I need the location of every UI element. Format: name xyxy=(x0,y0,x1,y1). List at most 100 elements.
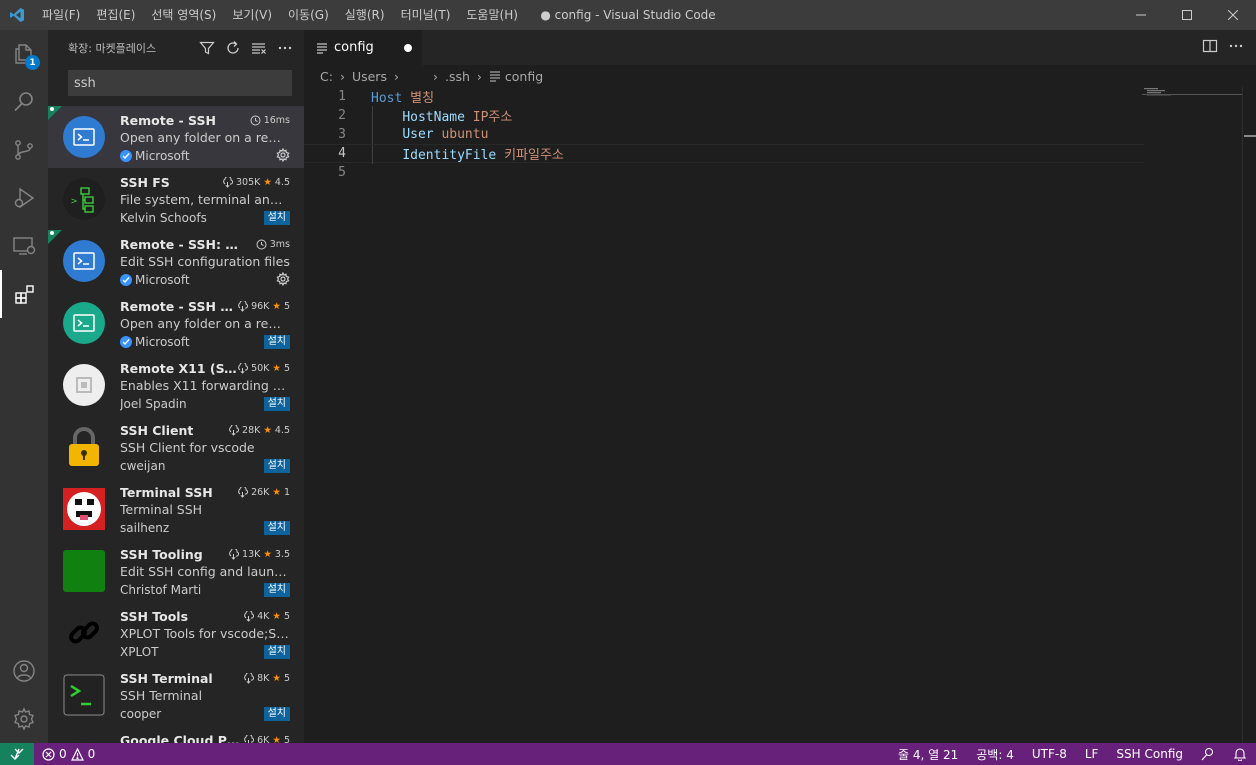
breadcrumb: C: › Users › › .ssh › config xyxy=(304,65,1256,87)
extension-publisher[interactable]: Microsoft xyxy=(120,149,190,163)
editor-more-actions-icon[interactable] xyxy=(1228,38,1244,57)
star-icon: ★ xyxy=(263,176,272,188)
menu-item[interactable]: 편집(E) xyxy=(88,0,143,30)
svg-text:>: > xyxy=(71,196,77,207)
tab-config[interactable]: config xyxy=(304,30,422,65)
menu-item[interactable]: 선택 영역(S) xyxy=(143,0,224,30)
clear-list-icon[interactable] xyxy=(248,37,270,59)
cursor-position[interactable]: 줄 4, 열 21 xyxy=(889,746,967,763)
problems-status[interactable]: 0 0 xyxy=(34,747,95,761)
encoding[interactable]: UTF-8 xyxy=(1023,747,1076,761)
split-editor-icon[interactable] xyxy=(1202,38,1218,57)
more-actions-icon[interactable] xyxy=(274,37,296,59)
extension-item[interactable]: Remote - SSH 16ms Open any folder on a rem… xyxy=(48,106,304,168)
install-button[interactable]: 설치 xyxy=(263,335,290,349)
settings-gear-icon[interactable] xyxy=(0,695,48,743)
language-mode[interactable]: SSH Config xyxy=(1107,747,1192,761)
remote-indicator-icon[interactable] xyxy=(0,743,34,765)
search-icon[interactable] xyxy=(0,78,48,126)
indentation[interactable]: 공백: 4 xyxy=(967,746,1023,763)
menu-item[interactable]: 파일(F) xyxy=(34,0,88,30)
extensions-icon[interactable] xyxy=(0,270,48,318)
extension-rating: 1 xyxy=(283,486,290,498)
remote-explorer-icon[interactable] xyxy=(0,222,48,270)
star-icon: ★ xyxy=(272,672,281,684)
code-line[interactable]: 5 xyxy=(304,163,1144,182)
close-button[interactable] xyxy=(1210,0,1256,30)
extension-stat: 6K xyxy=(257,734,270,744)
breadcrumb-item[interactable]: Users xyxy=(352,69,387,84)
code-line[interactable]: 3 User ubuntu xyxy=(304,125,1144,144)
menu-item[interactable]: 터미널(T) xyxy=(393,0,459,30)
unsaved-dot-icon[interactable] xyxy=(404,44,412,52)
maximize-button[interactable] xyxy=(1164,0,1210,30)
extension-publisher[interactable]: cooper xyxy=(120,707,161,721)
install-button[interactable]: 설치 xyxy=(263,707,290,721)
code-line[interactable]: 2 HostName IP주소 xyxy=(304,106,1144,125)
install-button[interactable]: 설치 xyxy=(263,211,290,225)
extension-item[interactable]: Google Cloud Platform6K★5 xyxy=(48,726,304,743)
manage-gear-icon[interactable] xyxy=(276,147,290,165)
menu-item[interactable]: 도움말(H) xyxy=(458,0,526,30)
install-button[interactable]: 설치 xyxy=(263,397,290,411)
menu-item[interactable]: 보기(V) xyxy=(224,0,280,30)
account-icon[interactable] xyxy=(0,647,48,695)
extension-item[interactable]: SSH Terminal 8K ★ 5 SSH Terminal cooper 설치 xyxy=(48,664,304,726)
code-line[interactable]: 1 Host 별칭 xyxy=(304,87,1144,106)
code-line[interactable]: 4 IdentityFile 키파일주소 xyxy=(304,144,1144,164)
extension-item[interactable]: Remote X11 (SSH) 50K ★ 5 Enables X11 forward… xyxy=(48,354,304,416)
extension-item[interactable]: SSH Tooling 13K ★ 3.5 Edit SSH config and la… xyxy=(48,540,304,602)
manage-gear-icon[interactable] xyxy=(276,271,290,289)
extension-publisher[interactable]: Microsoft xyxy=(120,273,190,287)
extension-publisher[interactable]: sailhenz xyxy=(120,521,169,535)
breadcrumb-item[interactable]: config xyxy=(505,69,543,84)
install-button[interactable]: 설치 xyxy=(263,645,290,659)
extension-publisher[interactable]: Joel Spadin xyxy=(120,397,187,411)
menu-item[interactable]: 실행(R) xyxy=(337,0,393,30)
extension-description: Open any folder on a remote machine usin… xyxy=(120,130,290,145)
extension-item[interactable]: Terminal SSH 26K ★ 1 Terminal SSH sailhenz 설치 xyxy=(48,478,304,540)
extension-publisher[interactable]: Kelvin Schoofs xyxy=(120,211,207,225)
extension-name: SSH Tooling xyxy=(120,546,203,562)
filter-icon[interactable] xyxy=(196,37,218,59)
install-button[interactable]: 설치 xyxy=(263,459,290,473)
extension-item[interactable]: Remote - SSH: Editing Configuration File… xyxy=(48,230,304,292)
terminal-icon xyxy=(63,240,105,282)
extension-stats: 26K ★ 1 xyxy=(237,486,290,498)
extensions-sidebar: 확장: 마켓플레이스 Remote - SSH 16ms Open any fold… xyxy=(48,30,304,743)
editor-scrollbar[interactable] xyxy=(1242,87,1256,743)
extension-name: Remote - SSH xyxy=(120,112,216,128)
extension-publisher[interactable]: Christof Marti xyxy=(120,583,201,597)
run-debug-icon[interactable] xyxy=(0,174,48,222)
source-control-icon[interactable] xyxy=(0,126,48,174)
extension-rating: 5 xyxy=(283,610,290,622)
extension-item[interactable]: Remote - SSH (Nightly)96K★5Open any fold… xyxy=(48,292,304,354)
end-of-line[interactable]: LF xyxy=(1076,747,1108,761)
install-button[interactable]: 설치 xyxy=(263,521,290,535)
publisher-name: cooper xyxy=(120,707,162,721)
extension-publisher[interactable]: XPLOT xyxy=(120,645,159,659)
extension-stat: 8K xyxy=(257,672,270,684)
feedback-icon[interactable] xyxy=(1192,747,1224,761)
minimap[interactable] xyxy=(1142,87,1256,147)
extension-search-input[interactable] xyxy=(74,75,292,91)
explorer-icon[interactable]: 1 xyxy=(0,30,48,78)
extension-stats: 13K ★ 3.5 xyxy=(228,548,290,560)
code-token: IP주소 xyxy=(472,110,513,125)
extension-publisher[interactable]: cweijan xyxy=(120,459,165,473)
notifications-bell-icon[interactable] xyxy=(1224,747,1256,761)
code-editor[interactable]: 1 Host 별칭 2 HostName IP주소 3 User ubuntu 4 Id… xyxy=(304,87,1144,182)
extension-item[interactable]: SSH Client 28K ★ 4.5 SSH Client for vscode cw… xyxy=(48,416,304,478)
install-button[interactable]: 설치 xyxy=(263,583,290,597)
breadcrumb-item[interactable]: .ssh xyxy=(445,69,470,84)
refresh-icon[interactable] xyxy=(222,37,244,59)
minimize-button[interactable] xyxy=(1118,0,1164,30)
extension-item[interactable]: > SSH FS 305K ★ 4.5 File system, terminal and… xyxy=(48,168,304,230)
file-lines-icon xyxy=(489,71,500,82)
menu-item[interactable]: 이동(G) xyxy=(280,0,337,30)
extension-publisher[interactable]: Microsoft xyxy=(120,335,190,349)
breadcrumb-item[interactable]: C: xyxy=(320,69,333,84)
extension-item[interactable]: SSH Tools 4K★5 XPLOT Tools for vscode;SSH,… xyxy=(48,602,304,664)
